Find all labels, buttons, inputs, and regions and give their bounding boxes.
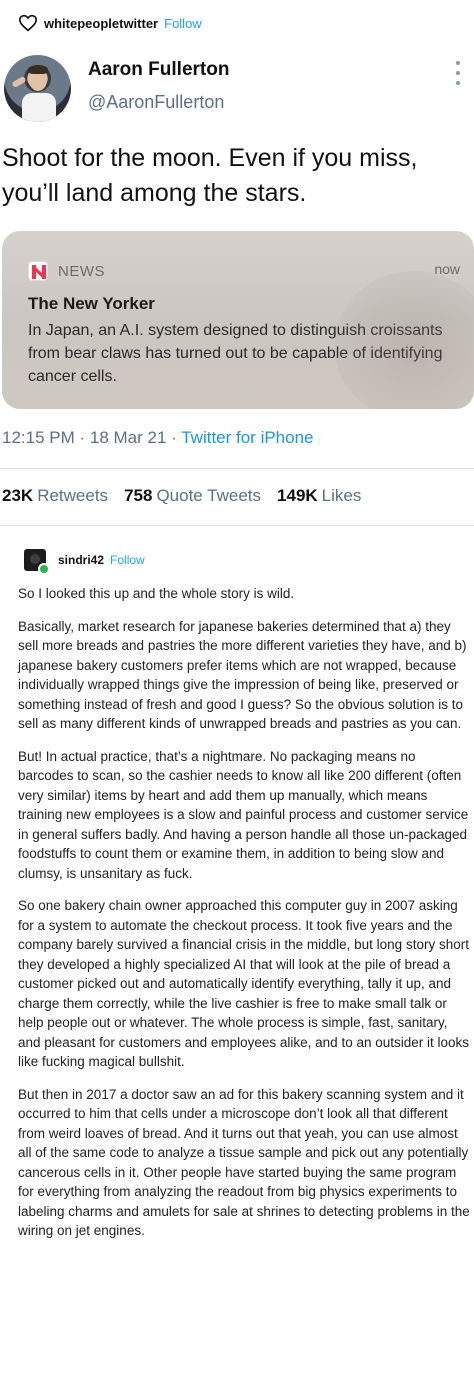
reply-paragraph: So one bakery chain owner approached thi… bbox=[18, 898, 470, 1069]
notification-time: now bbox=[434, 261, 460, 277]
divider bbox=[0, 468, 474, 469]
retweets-label: Retweets bbox=[37, 486, 109, 505]
likes-count: 149K bbox=[277, 486, 318, 505]
reply-paragraph: But! In actual practice, that’s a nightm… bbox=[18, 748, 469, 881]
author-handle[interactable]: @AaronFullerton bbox=[88, 92, 224, 113]
timestamp-text[interactable]: 12:15 PM · 18 Mar 21 · bbox=[2, 428, 181, 447]
likes-stat[interactable]: 149K Likes bbox=[277, 486, 361, 506]
tweet-timestamp: 12:15 PM · 18 Mar 21 · Twitter for iPhon… bbox=[2, 428, 314, 448]
reply-header: sindri42 Follow bbox=[24, 548, 145, 575]
notification-title: The New Yorker bbox=[28, 294, 155, 313]
reply-paragraph: Basically, market research for japanese … bbox=[18, 618, 467, 732]
reply-username[interactable]: sindri42 bbox=[58, 553, 104, 567]
reply-body: So I looked this up and the whole story … bbox=[18, 584, 470, 1254]
avatar[interactable] bbox=[4, 55, 71, 122]
notification-app-name: NEWS bbox=[58, 262, 105, 280]
author-name[interactable]: Aaron Fullerton bbox=[88, 59, 229, 81]
heart-icon[interactable] bbox=[18, 14, 38, 32]
repost-header: whitepeopletwitter Follow bbox=[18, 11, 202, 35]
notification-body: In Japan, an A.I. system designed to dis… bbox=[28, 322, 443, 385]
online-badge bbox=[38, 563, 50, 575]
news-app-icon bbox=[28, 261, 48, 281]
news-notification: NEWS now The New Yorker In Japan, an A.I… bbox=[2, 231, 474, 409]
retweets-count: 23K bbox=[2, 486, 34, 505]
notification-app-row: NEWS bbox=[28, 261, 105, 281]
likes-label: Likes bbox=[321, 486, 362, 505]
reply-paragraph: But then in 2017 a doctor saw an ad for … bbox=[18, 1086, 470, 1239]
quotes-label: Quote Tweets bbox=[156, 486, 262, 505]
tweet-stats: 23K Retweets 758 Quote Tweets 149K Likes bbox=[2, 486, 377, 506]
avatar[interactable] bbox=[24, 549, 50, 575]
retweets-stat[interactable]: 23K Retweets bbox=[2, 486, 108, 506]
divider bbox=[0, 525, 474, 526]
tweet-source[interactable]: Twitter for iPhone bbox=[181, 428, 313, 447]
tweet-text: Shoot for the moon. Even if you miss, yo… bbox=[2, 144, 418, 207]
reply-follow-button[interactable]: Follow bbox=[110, 553, 145, 567]
quotes-count: 758 bbox=[124, 486, 153, 505]
repost-username[interactable]: whitepeopletwitter bbox=[44, 16, 158, 31]
repost-follow-button[interactable]: Follow bbox=[164, 16, 202, 31]
quotes-stat[interactable]: 758 Quote Tweets bbox=[124, 486, 261, 506]
more-options-icon[interactable] bbox=[456, 61, 462, 85]
reply-paragraph: So I looked this up and the whole story … bbox=[18, 586, 295, 601]
tweet-author: Aaron Fullerton @AaronFullerton bbox=[0, 55, 474, 125]
